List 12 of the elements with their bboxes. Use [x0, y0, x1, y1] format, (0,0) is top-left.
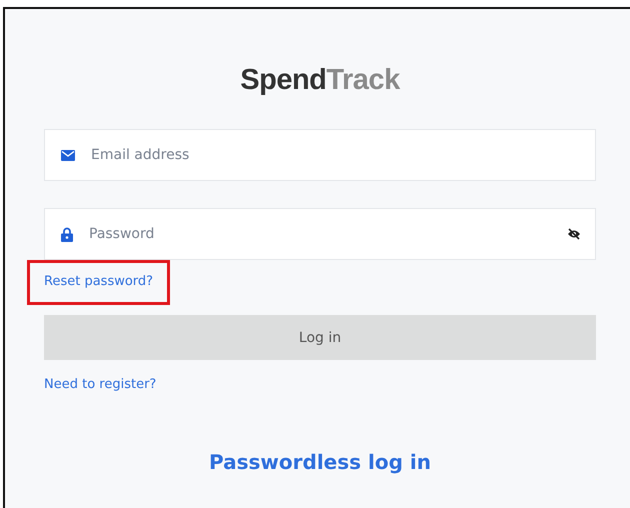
mail-icon: [61, 150, 75, 160]
email-input[interactable]: Email address: [89, 146, 581, 164]
password-field[interactable]: Password: [44, 208, 596, 260]
register-link[interactable]: Need to register?: [44, 377, 156, 392]
eye-off-icon[interactable]: [567, 228, 581, 240]
password-input[interactable]: Password: [87, 225, 553, 243]
lock-icon: [61, 226, 73, 242]
passwordless-login-link[interactable]: Passwordless log in: [209, 450, 431, 474]
logo-text: Spend: [240, 64, 326, 97]
logo-text: Track: [326, 64, 400, 97]
email-field[interactable]: Email address: [44, 129, 596, 181]
reset-password-link[interactable]: Reset password?: [27, 260, 170, 305]
